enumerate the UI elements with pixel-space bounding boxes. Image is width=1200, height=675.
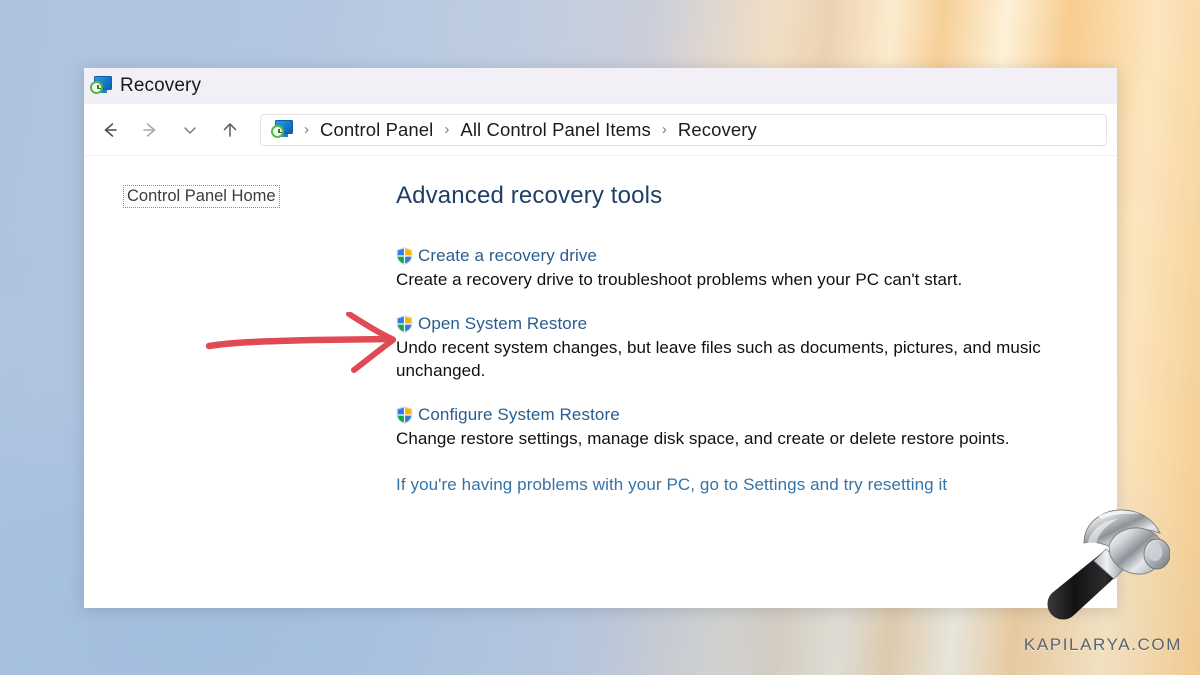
- breadcrumb-separator-0: ›: [304, 121, 309, 138]
- desc-open-system-restore: Undo recent system changes, but leave fi…: [396, 337, 1041, 380]
- forward-arrow-icon: [139, 119, 161, 141]
- back-arrow-icon: [99, 119, 121, 141]
- content-pane: Advanced recovery tools Create a recover…: [394, 156, 1117, 608]
- link-create-recovery-drive[interactable]: Create a recovery drive: [418, 246, 597, 266]
- navigation-bar: › Control Panel › All Control Panel Item…: [84, 104, 1117, 156]
- sidebar: Control Panel Home: [84, 156, 394, 608]
- recent-locations-button[interactable]: [170, 110, 210, 150]
- breadcrumb-all-control-panel-items[interactable]: All Control Panel Items: [456, 119, 654, 141]
- address-recovery-icon: [271, 119, 293, 140]
- link-configure-system-restore[interactable]: Configure System Restore: [418, 405, 620, 425]
- breadcrumb-recovery[interactable]: Recovery: [674, 119, 761, 141]
- window-titlebar: Recovery: [84, 68, 1117, 104]
- tool-configure-system-restore: Configure System Restore Change restore …: [396, 405, 1097, 451]
- up-arrow-icon: [219, 119, 241, 141]
- breadcrumb-separator-1: ›: [444, 121, 450, 138]
- address-bar[interactable]: › Control Panel › All Control Panel Item…: [260, 113, 1107, 146]
- sidebar-item-control-panel-home[interactable]: Control Panel Home: [123, 185, 280, 208]
- breadcrumb-control-panel[interactable]: Control Panel: [316, 119, 437, 141]
- recovery-icon: [90, 75, 112, 96]
- link-reset-pc-settings[interactable]: If you're having problems with your PC, …: [396, 475, 1097, 495]
- chevron-down-icon: [180, 120, 200, 140]
- watermark-text: KAPILARYA.COM: [1023, 635, 1182, 654]
- tool-create-recovery-drive: Create a recovery drive Create a recover…: [396, 246, 1097, 292]
- window-body: Control Panel Home Advanced recovery too…: [84, 156, 1117, 608]
- desc-create-recovery-drive: Create a recovery drive to troubleshoot …: [396, 270, 963, 289]
- uac-shield-icon: [396, 406, 413, 424]
- uac-shield-icon: [396, 315, 413, 333]
- forward-button[interactable]: [130, 110, 170, 150]
- tool-open-system-restore: Open System Restore Undo recent system c…: [396, 314, 1097, 383]
- up-button[interactable]: [210, 110, 250, 150]
- page-title: Advanced recovery tools: [396, 182, 663, 209]
- desktop-wallpaper: Recovery › Control Panel › All Control P…: [0, 0, 1200, 675]
- uac-shield-icon: [396, 247, 413, 265]
- back-button[interactable]: [90, 110, 130, 150]
- recovery-window: Recovery › Control Panel › All Control P…: [84, 68, 1117, 608]
- breadcrumb-separator-2: ›: [661, 121, 667, 138]
- desc-configure-system-restore: Change restore settings, manage disk spa…: [396, 428, 1010, 448]
- window-title: Recovery: [120, 74, 202, 96]
- link-open-system-restore[interactable]: Open System Restore: [418, 314, 587, 334]
